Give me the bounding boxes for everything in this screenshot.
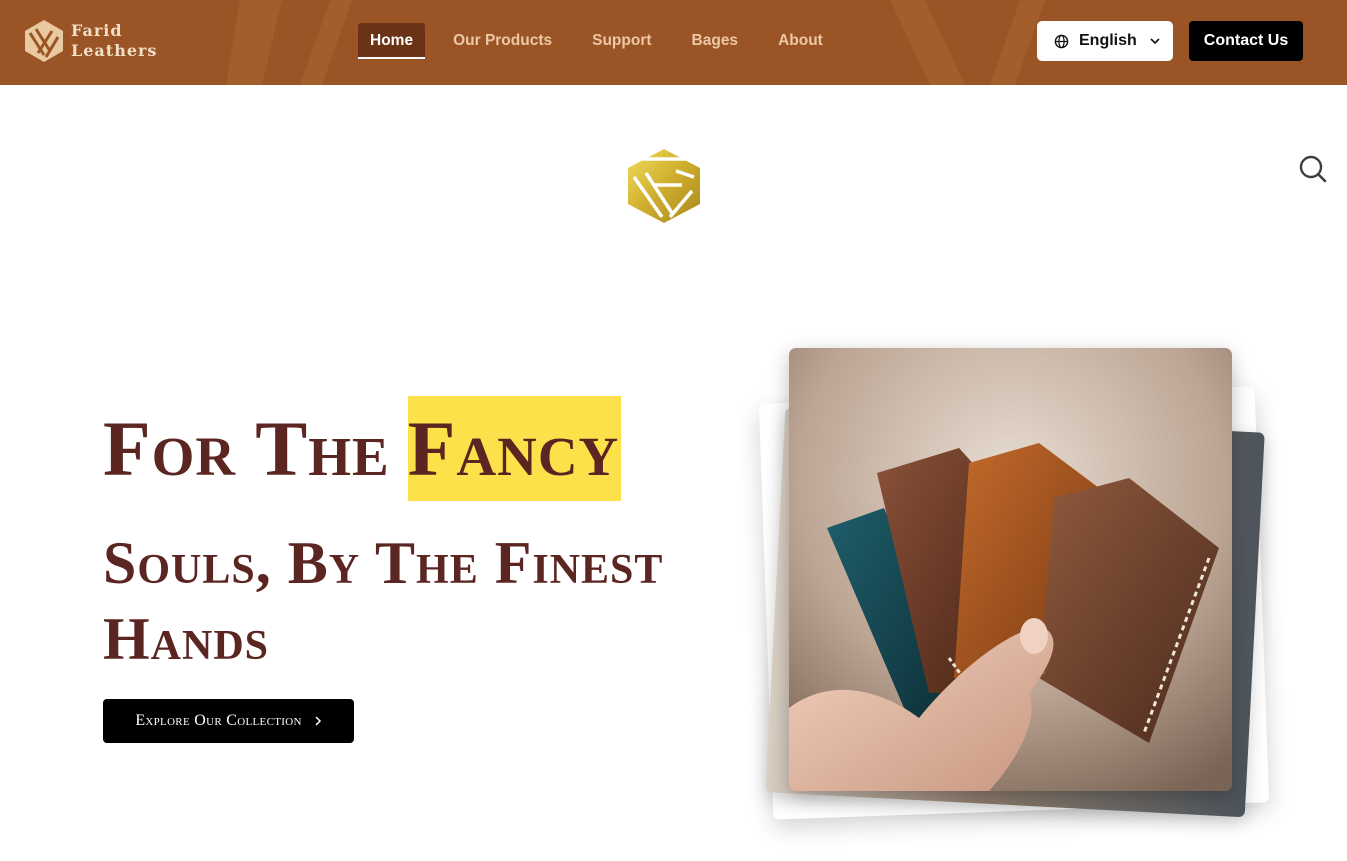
top-header: Farid Leathers Home Our Products Support… xyxy=(0,0,1347,85)
hero-heading-highlight: Fancy xyxy=(407,396,622,501)
brand-name: Farid Leathers xyxy=(71,21,157,61)
hero-image xyxy=(789,348,1232,791)
brand-name-line1: Farid xyxy=(71,21,123,40)
nav-item-our-products[interactable]: Our Products xyxy=(441,23,564,59)
globe-icon xyxy=(1054,34,1069,48)
leather-wallets-illustration xyxy=(789,348,1232,791)
nav-item-bages[interactable]: Bages xyxy=(680,23,751,59)
language-selector[interactable]: English xyxy=(1037,21,1173,61)
chevron-right-icon xyxy=(315,716,321,726)
search-icon[interactable] xyxy=(1298,154,1328,184)
nav-item-support[interactable]: Support xyxy=(580,23,663,59)
hero-heading-prefix: For The xyxy=(103,404,390,492)
hero-heading-line1: For The Fancy xyxy=(103,396,622,501)
explore-collection-label: Explore Our Collection xyxy=(135,712,302,729)
chevron-down-icon xyxy=(1150,38,1160,45)
center-logo-icon[interactable] xyxy=(624,147,704,225)
language-label: English xyxy=(1079,32,1137,49)
contact-us-button[interactable]: Contact Us xyxy=(1189,21,1303,61)
hero-heading-line2: Souls, By The Finest Hands xyxy=(103,530,664,672)
brand-logo-link[interactable]: Farid Leathers xyxy=(22,19,157,63)
brand-name-line2: Leathers xyxy=(71,41,158,60)
nav-item-about[interactable]: About xyxy=(766,23,835,59)
main-nav: Home Our Products Support Bages About xyxy=(358,23,851,59)
explore-collection-button[interactable]: Explore Our Collection xyxy=(103,699,354,743)
nav-item-home[interactable]: Home xyxy=(358,23,426,59)
brand-logo-icon xyxy=(25,20,63,62)
